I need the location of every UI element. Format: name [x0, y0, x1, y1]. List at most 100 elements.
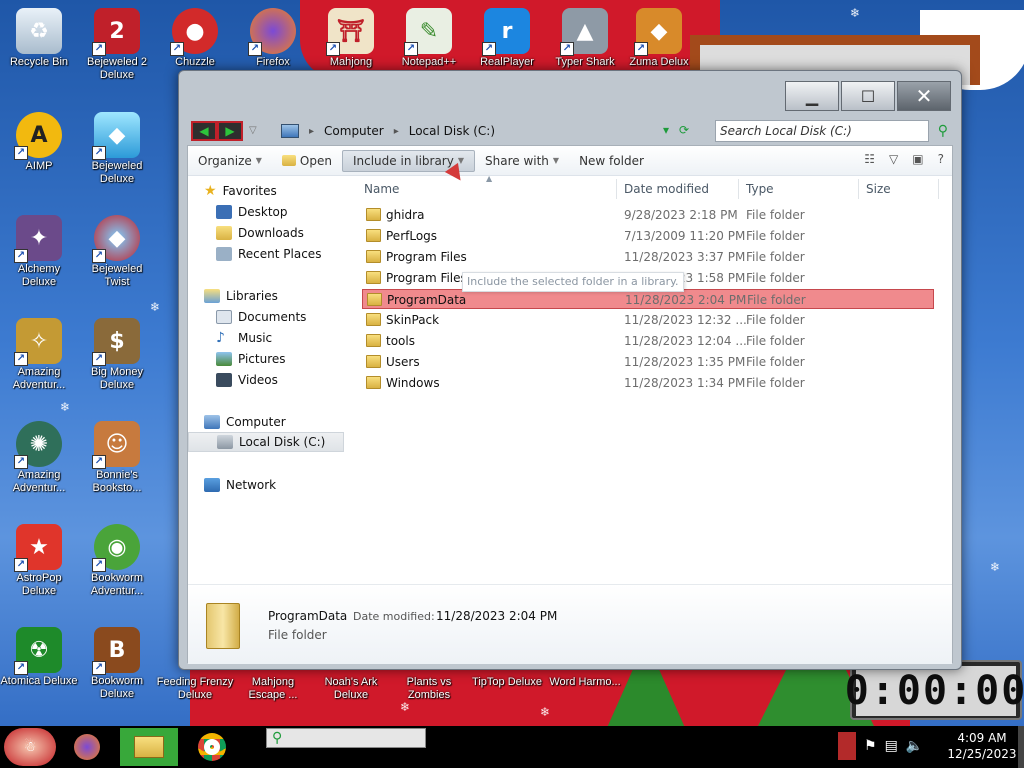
file-row-tools[interactable]: tools 11/28/2023 12:04 ... File folder: [362, 331, 934, 351]
column-header-date[interactable]: Date modified: [624, 182, 709, 196]
open-button[interactable]: Open: [272, 150, 342, 172]
forward-button[interactable]: ▶: [217, 121, 243, 141]
view-options-icon[interactable]: ☷: [864, 152, 875, 166]
address-bar[interactable]: ▸ Computer ▸ Local Disk (C:): [281, 119, 705, 143]
nav-label: Videos: [238, 373, 278, 387]
explorer-content: Organize ▼ Open Include in library ▼ Share…: [187, 145, 953, 664]
refresh-icon[interactable]: ⟳: [679, 123, 689, 137]
desktop-icon-recycle-bin[interactable]: ♻ Recycle Bin: [0, 8, 78, 69]
recycle-bin-icon: ♻: [16, 8, 62, 54]
tray-app-icon[interactable]: [838, 732, 856, 760]
window-controls: ▁ ☐ ✕: [785, 81, 951, 111]
desktop-icon-chuzzle[interactable]: ● ↗ Chuzzle: [156, 8, 234, 69]
help-icon[interactable]: ?: [938, 152, 944, 166]
column-header-name[interactable]: Name: [364, 182, 399, 196]
desktop-icon-realplayer[interactable]: r ↗ RealPlayer: [468, 8, 546, 69]
search-icon[interactable]: ⚲: [272, 730, 282, 746]
share-with-button[interactable]: Share with ▼: [475, 150, 569, 172]
organize-button[interactable]: Organize ▼: [188, 150, 272, 172]
desktop-icon-amazing-adventures[interactable]: ✧ ↗ Amazing Adventur...: [0, 318, 78, 392]
column-divider[interactable]: [938, 179, 939, 199]
view-dropdown-icon[interactable]: ▽: [889, 152, 898, 166]
recent-pages-dropdown[interactable]: ▽: [249, 125, 257, 136]
include-in-library-tooltip: Include the selected folder in a library…: [462, 272, 684, 292]
preview-pane-icon[interactable]: ▣: [912, 152, 923, 166]
details-date-label: Date modified:: [353, 610, 435, 623]
nav-favorites[interactable]: ★ Favorites: [204, 181, 277, 201]
desktop-icon-bonnies-bookstore[interactable]: ☺ ↗ Bonnie's Booksto...: [78, 421, 156, 495]
network-tray-icon[interactable]: ▤: [885, 738, 898, 754]
column-divider[interactable]: [616, 179, 617, 199]
breadcrumb-separator-icon[interactable]: ▸: [309, 126, 314, 137]
search-input[interactable]: Search Local Disk (C:) ⚲: [715, 120, 948, 142]
desktop-icon-atomica[interactable]: ☢ ↗ Atomica Deluxe: [0, 627, 78, 688]
breadcrumb-separator-icon[interactable]: ▸: [394, 126, 399, 137]
show-desktop-button[interactable]: [1018, 726, 1024, 768]
taskbar-firefox[interactable]: [62, 728, 112, 766]
pictures-icon: [216, 352, 232, 366]
file-row-skinpack[interactable]: SkinPack 11/28/2023 12:32 ... File folde…: [362, 310, 934, 330]
file-type: File folder: [746, 250, 805, 264]
open-folder-icon: [281, 155, 296, 166]
volume-icon[interactable]: 🔈: [906, 738, 923, 754]
desktop-icon-mahjong[interactable]: ⛩ ↗ Mahjong: [312, 8, 390, 69]
desktop-icon-bookworm[interactable]: B ↗ Bookworm Deluxe: [78, 627, 156, 701]
desktop-icon-notepadpp[interactable]: ✎ ↗ Notepad++: [390, 8, 468, 69]
share-with-label: Share with: [485, 153, 549, 168]
breadcrumb-local-disk[interactable]: Local Disk (C:): [409, 124, 495, 138]
nav-local-disk[interactable]: Local Disk (C:): [188, 432, 344, 452]
breadcrumb-computer[interactable]: Computer: [324, 124, 384, 138]
desktop-icon-bejeweled-twist[interactable]: ◆ ↗ Bejeweled Twist: [78, 215, 156, 289]
explorer-window[interactable]: ▁ ☐ ✕ ◀ ▶ ▽ ▸ Computer ▸ Local Disk (C:)…: [178, 70, 962, 670]
taskbar-clock[interactable]: 4:09 AM 12/25/2023: [946, 730, 1018, 762]
minimize-button[interactable]: ▁: [785, 81, 839, 111]
nav-videos[interactable]: Videos: [216, 370, 278, 390]
search-icon[interactable]: ⚲: [938, 123, 948, 139]
file-row-perflogs[interactable]: PerfLogs 7/13/2009 11:20 PM File folder: [362, 226, 934, 246]
desktop-icon-bejeweled2[interactable]: 2 ↗ Bejeweled 2 Deluxe: [78, 8, 156, 82]
nav-pictures[interactable]: Pictures: [216, 349, 286, 369]
file-row-programdata[interactable]: ProgramData 11/28/2023 2:04 PM File fold…: [362, 289, 934, 309]
taskbar-search[interactable]: [266, 728, 426, 748]
column-header-type[interactable]: Type: [746, 182, 774, 196]
file-row-users[interactable]: Users 11/28/2023 1:35 PM File folder: [362, 352, 934, 372]
desktop-icon-astropop[interactable]: ★ ↗ AstroPop Deluxe: [0, 524, 78, 598]
nav-network[interactable]: Network: [204, 475, 276, 495]
nav-label: Network: [226, 478, 277, 492]
nav-downloads[interactable]: Downloads: [216, 223, 304, 243]
column-header-size[interactable]: Size: [866, 182, 891, 196]
file-row-windows[interactable]: Windows 11/28/2023 1:34 PM File folder: [362, 373, 934, 393]
desktop-icon-typer-shark[interactable]: ▲ ↗ Typer Shark: [546, 8, 624, 69]
taskbar-chrome[interactable]: [188, 728, 236, 766]
new-folder-button[interactable]: New folder: [569, 150, 654, 172]
start-button[interactable]: ☃: [4, 728, 56, 766]
column-divider[interactable]: [738, 179, 739, 199]
nav-documents[interactable]: Documents: [216, 307, 306, 327]
desktop-icon-firefox[interactable]: ↗ Firefox: [234, 8, 312, 69]
desktop-icon-aimp[interactable]: A ↗ AIMP: [0, 112, 78, 173]
desktop-icon-zuma[interactable]: ◆ ↗ Zuma Delux: [620, 8, 698, 69]
nav-label: Libraries: [226, 289, 278, 303]
maximize-button[interactable]: ☐: [841, 81, 895, 111]
close-button[interactable]: ✕: [897, 81, 951, 111]
nav-music[interactable]: ♪ Music: [216, 328, 272, 348]
chuzzle-icon: ● ↗: [170, 8, 218, 56]
address-dropdown-icon[interactable]: ▾: [663, 123, 669, 137]
snowflake-icon: ❄: [400, 700, 411, 714]
desktop-icon-amazing-adventures-2[interactable]: ✺ ↗ Amazing Adventur...: [0, 421, 78, 495]
nav-libraries[interactable]: Libraries: [204, 286, 278, 306]
file-row-program-files[interactable]: Program Files 11/28/2023 3:37 PM File fo…: [362, 247, 934, 267]
desktop-icon-big-money[interactable]: $ ↗ Big Money Deluxe: [78, 318, 156, 392]
nav-recent-places[interactable]: Recent Places: [216, 244, 321, 264]
column-divider[interactable]: [858, 179, 859, 199]
desktop-icon-alchemy[interactable]: ✦ ↗ Alchemy Deluxe: [0, 215, 78, 289]
desktop-icon-bookworm-adventures[interactable]: ◉ ↗ Bookworm Adventur...: [78, 524, 156, 598]
nav-label: Computer: [226, 415, 286, 429]
nav-computer[interactable]: Computer: [204, 412, 286, 432]
action-center-icon[interactable]: ⚑: [864, 738, 877, 754]
nav-desktop[interactable]: Desktop: [216, 202, 288, 222]
back-button[interactable]: ◀: [191, 121, 217, 141]
taskbar-explorer[interactable]: [120, 728, 178, 766]
desktop-icon-bejeweled[interactable]: ◆ ↗ Bejeweled Deluxe: [78, 112, 156, 186]
file-row-ghidra[interactable]: ghidra 9/28/2023 2:18 PM File folder: [362, 205, 934, 225]
